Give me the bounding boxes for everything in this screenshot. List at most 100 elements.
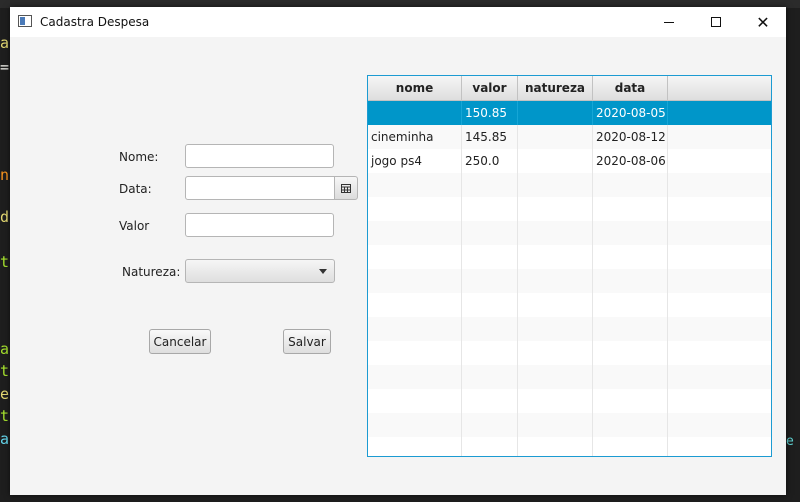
table-row-empty[interactable] [368,341,771,365]
natureza-label: Natureza: [122,265,181,279]
table-cell-empty [462,365,518,389]
table-row[interactable]: jogo ps4 250.0 2020-08-06 [368,149,771,173]
table-row[interactable]: 150.85 2020-08-05 [368,101,771,125]
table-cell-empty [593,197,668,221]
table-cell-empty [518,173,593,197]
despesas-table[interactable]: nome valor natureza data 150.85 2020-08-0… [367,75,772,457]
background-editor-char: t [0,407,10,425]
table-cell-empty [368,365,462,389]
table-cell-natureza [518,101,593,125]
title-bar[interactable]: Cadastra Despesa ✕ [10,7,786,37]
table-row-empty[interactable] [368,365,771,389]
table-cell-empty [518,293,593,317]
table-cell-empty [668,293,771,317]
table-row-empty[interactable] [368,413,771,437]
table-cell-data: 2020-08-05 [593,101,668,125]
table-cell-empty [668,149,771,173]
data-label: Data: [119,182,152,196]
table-cell-empty [368,389,462,413]
table-cell-empty [518,317,593,341]
table-cell-empty [368,413,462,437]
table-cell-empty [518,341,593,365]
table-cell-valor: 150.85 [462,101,518,125]
minimize-button[interactable] [646,7,692,37]
table-cell-empty [368,197,462,221]
table-row-empty[interactable] [368,317,771,341]
table-cell-empty [668,269,771,293]
background-editor-char: n [0,166,10,184]
table-cell-empty [668,125,771,149]
background-editor-char: = [0,58,10,76]
valor-label: Valor [119,219,150,233]
table-row-empty[interactable] [368,437,771,456]
table-cell-empty [668,221,771,245]
column-header-natureza[interactable]: natureza [518,76,593,100]
table-row[interactable]: cineminha 145.85 2020-08-12 [368,125,771,149]
save-button[interactable]: Salvar [283,329,331,354]
table-row-empty[interactable] [368,173,771,197]
maximize-icon [711,17,721,27]
table-cell-empty [518,389,593,413]
table-cell-empty [462,269,518,293]
table-cell-data: 2020-08-12 [593,125,668,149]
table-cell-empty [593,173,668,197]
table-cell-empty [518,365,593,389]
table-cell-valor: 250.0 [462,149,518,173]
app-icon [18,15,32,27]
table-cell-empty [668,437,771,456]
table-cell-valor: 145.85 [462,125,518,149]
maximize-button[interactable] [693,7,739,37]
column-header-data[interactable]: data [593,76,668,100]
table-cell-empty [593,341,668,365]
natureza-select[interactable] [185,259,335,283]
table-row-empty[interactable] [368,269,771,293]
table-header: nome valor natureza data [368,76,771,101]
date-picker-button[interactable] [334,176,358,200]
table-cell-empty [368,293,462,317]
table-cell-nome: cineminha [368,125,462,149]
table-cell-empty [518,197,593,221]
column-header-valor[interactable]: valor [462,76,518,100]
table-cell-data: 2020-08-06 [593,149,668,173]
table-row-empty[interactable] [368,389,771,413]
column-header-nome[interactable]: nome [368,76,462,100]
table-cell-empty [593,221,668,245]
table-cell-empty [668,173,771,197]
table-cell-empty [518,269,593,293]
table-cell-empty [593,293,668,317]
background-editor-char: a [0,34,10,52]
table-cell-empty [368,221,462,245]
table-row-empty[interactable] [368,293,771,317]
table-cell-empty [368,269,462,293]
table-cell-empty [593,365,668,389]
table-cell-empty [462,413,518,437]
table-cell-empty [462,389,518,413]
table-cell-empty [462,437,518,456]
table-cell-empty [593,317,668,341]
window-title: Cadastra Despesa [40,15,150,29]
table-cell-empty [368,173,462,197]
nome-input[interactable] [185,144,334,168]
table-cell-empty [668,197,771,221]
minimize-icon [664,21,674,23]
background-editor-char: a [0,340,10,358]
table-cell-empty [668,341,771,365]
table-cell-natureza [518,125,593,149]
data-input[interactable] [185,176,335,200]
table-row-empty[interactable] [368,245,771,269]
table-cell-empty [593,245,668,269]
cancel-button[interactable]: Cancelar [149,329,211,354]
table-cell-empty [668,245,771,269]
table-cell-empty [668,413,771,437]
background-editor-char: t [0,362,10,380]
table-cell-empty [518,413,593,437]
close-icon: ✕ [756,12,770,32]
table-row-empty[interactable] [368,197,771,221]
chevron-down-icon [319,269,327,274]
table-cell-empty [368,341,462,365]
background-editor-char: t [0,253,10,271]
table-cell-empty [462,341,518,365]
table-row-empty[interactable] [368,221,771,245]
valor-input[interactable] [185,213,334,237]
close-button[interactable]: ✕ [740,7,786,37]
